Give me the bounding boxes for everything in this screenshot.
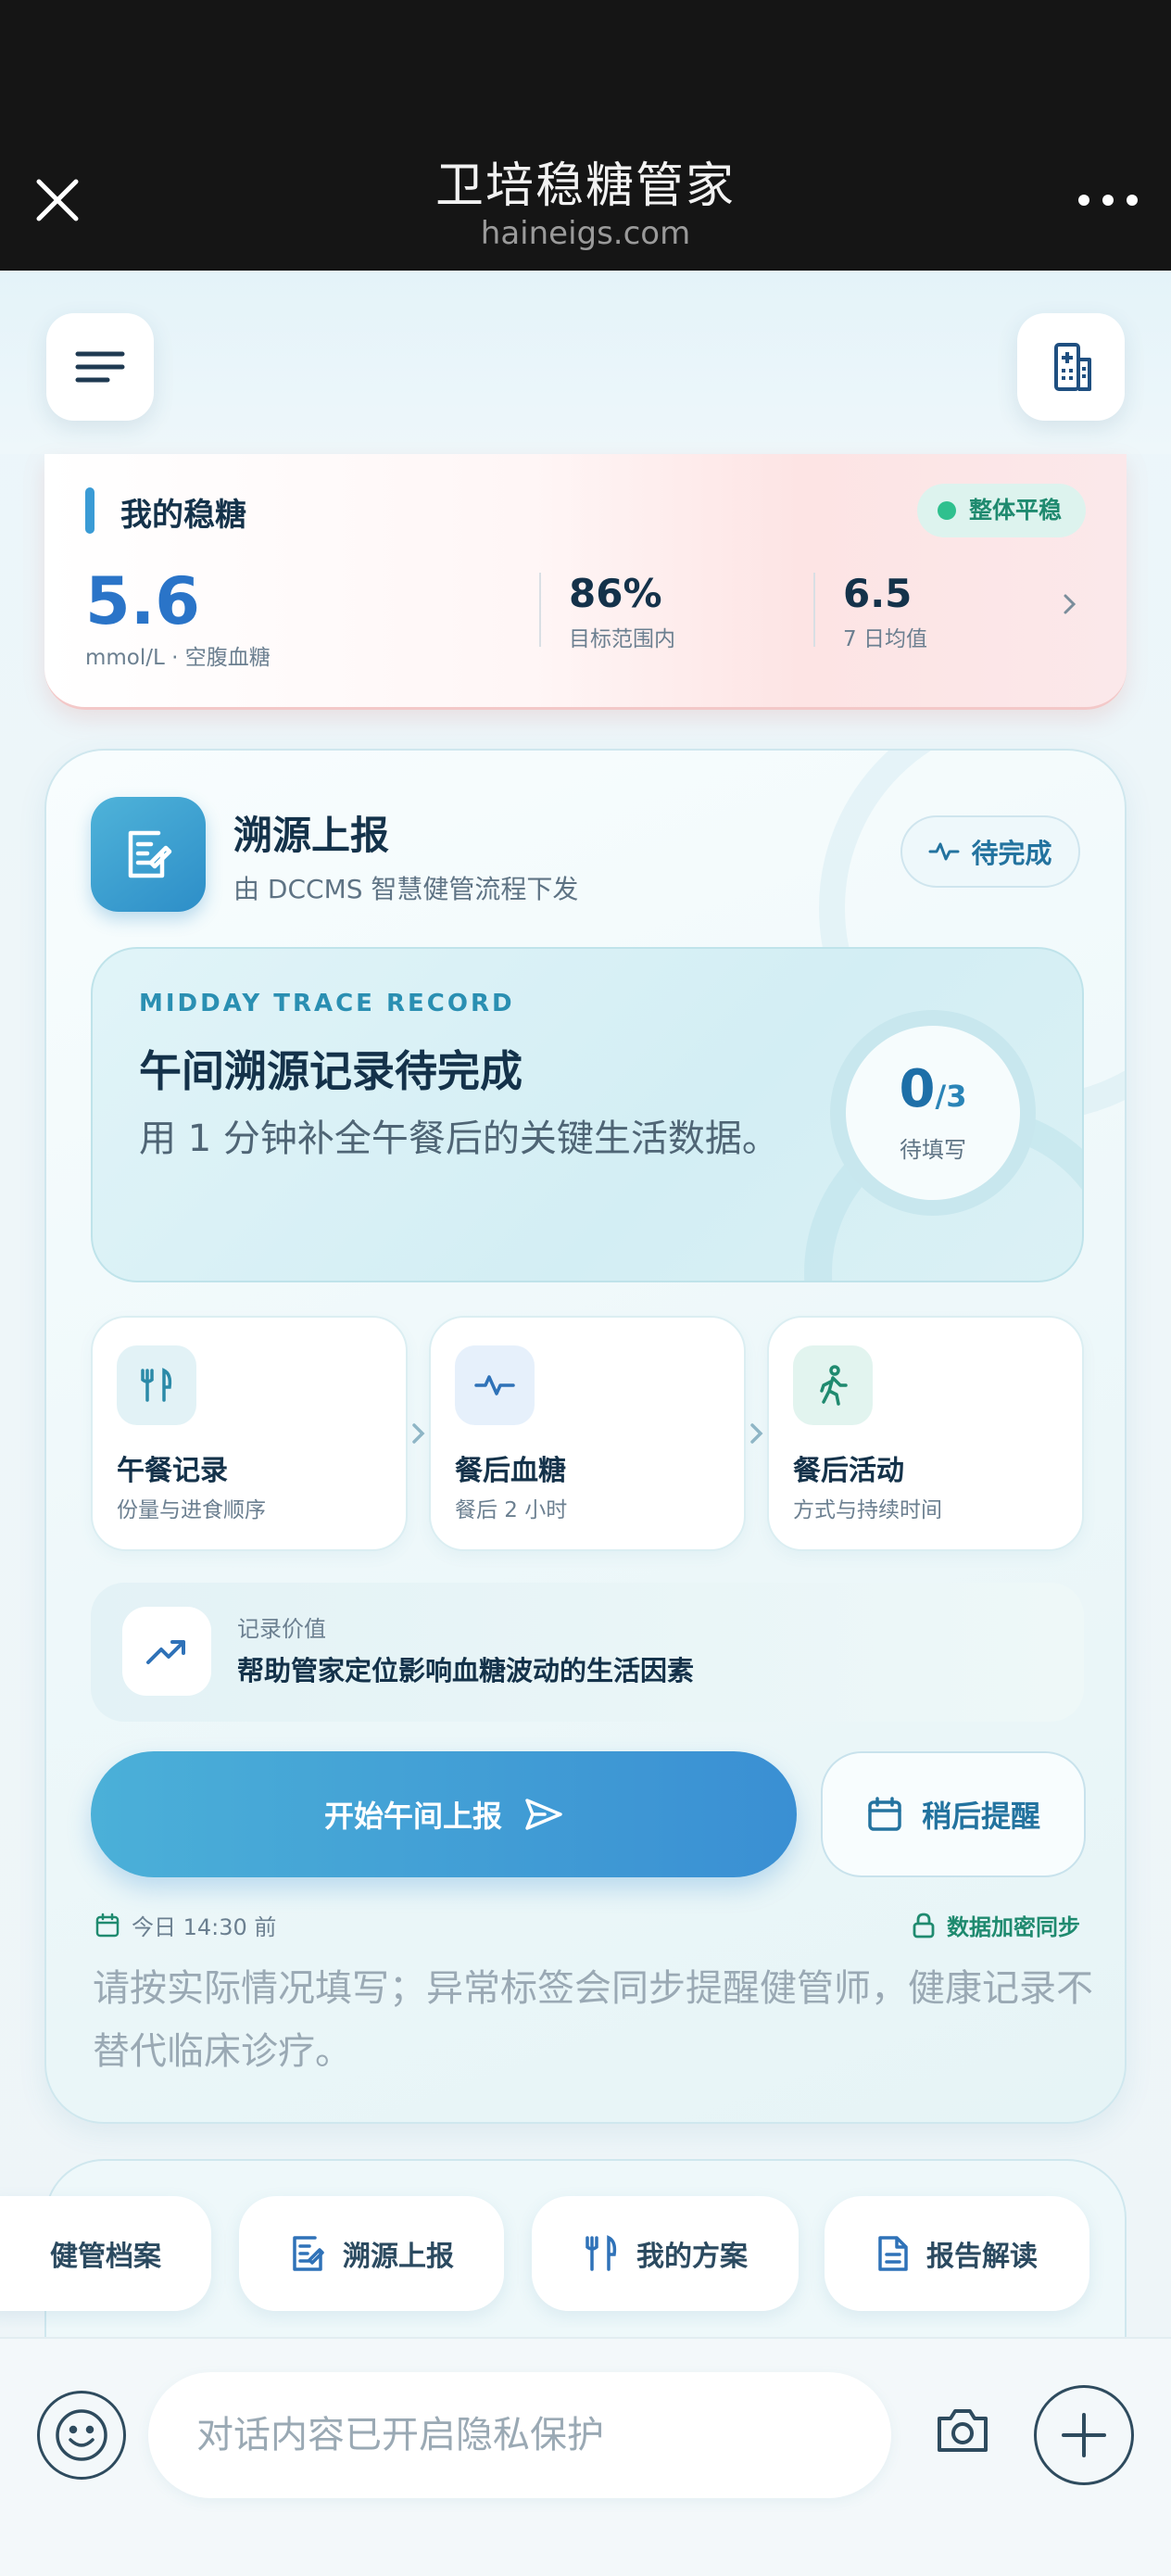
document-icon (878, 2236, 908, 2271)
pulse-icon (455, 1345, 535, 1425)
start-midday-report-button[interactable]: 开始午间上报 (91, 1751, 797, 1877)
calendar-icon (868, 1797, 901, 1831)
chip-label: 报告解读 (926, 2241, 1038, 2273)
weekly-average-label: 7 日均值 (843, 627, 927, 651)
trace-report-card: 溯源上报 由 DCCMS 智慧健管流程下发 待完成 MIDDAY TRACE R… (44, 749, 1127, 2124)
midday-record-panel: MIDDAY TRACE RECORD 午间溯源记录待完成 用 1 分钟补全午餐… (91, 947, 1084, 1282)
emoji-button[interactable] (37, 2391, 126, 2480)
value-note-text: 帮助管家定位影响血糖波动的生活因素 (237, 1655, 695, 1686)
chip-report-interpretation[interactable]: 报告解读 (825, 2196, 1089, 2311)
step-title: 餐后血糖 (455, 1455, 566, 1487)
in-range-value: 86% (569, 571, 662, 616)
menu-button[interactable] (46, 313, 154, 421)
remind-later-button[interactable]: 稍后提醒 (821, 1751, 1086, 1877)
panel-description: 用 1 分钟补全午餐后的关键生活数据。 (139, 1118, 779, 1160)
step-title: 午餐记录 (117, 1455, 228, 1487)
add-button[interactable] (1034, 2385, 1134, 2485)
trace-card-subtitle: 由 DCCMS 智慧健管流程下发 (233, 874, 579, 904)
divider (539, 573, 541, 647)
sugar-summary-card[interactable]: 我的稳糖 整体平稳 5.6 mmol/L · 空腹血糖 86% 目标范围内 6.… (44, 454, 1127, 710)
record-steps: 午餐记录 份量与进食顺序 餐后血糖 餐后 2 小时 餐后活动 方式与持续时间 (91, 1316, 1084, 1551)
hospital-button[interactable] (1017, 313, 1125, 421)
smile-icon (56, 2409, 107, 2461)
menu-icon (75, 351, 125, 383)
trend-up-icon (122, 1607, 211, 1696)
value-note-label: 记录价值 (237, 1616, 326, 1642)
weekly-average-value: 6.5 (843, 571, 913, 616)
page-domain: haineigs.com (480, 215, 691, 252)
step-subtitle: 份量与进食顺序 (117, 1498, 266, 1522)
report-icon (293, 2236, 324, 2271)
step-post-meal-glucose[interactable]: 餐后血糖 餐后 2 小时 (429, 1316, 746, 1551)
lock-icon (913, 1913, 935, 1938)
hospital-icon (1054, 343, 1091, 391)
divider (813, 573, 815, 647)
camera-icon[interactable] (932, 2400, 993, 2461)
chevron-right-icon[interactable] (1058, 593, 1080, 615)
plus-icon (1062, 2413, 1106, 2457)
chip-label: 健管档案 (50, 2241, 161, 2273)
chevron-right-icon (750, 1423, 763, 1444)
step-lunch-record[interactable]: 午餐记录 份量与进食顺序 (91, 1316, 408, 1551)
fasting-glucose-value: 5.6 (85, 563, 201, 639)
progress-ring: 0/3 待填写 (830, 1010, 1036, 1216)
trace-card-title: 溯源上报 (233, 813, 390, 858)
disclaimer-text: 请按实际情况填写；异常标签会同步提醒健管师，健康记录不替代临床诊疗。 (93, 1967, 1093, 2073)
sync-note-label: 数据加密同步 (947, 1914, 1080, 1940)
sugar-card-title: 我的稳糖 (120, 497, 246, 534)
fasting-glucose-unit: mmol/L · 空腹血糖 (85, 646, 271, 670)
chat-input-bar (0, 2337, 1171, 2576)
status-badge: 整体平稳 (916, 484, 1086, 537)
pulse-icon (928, 842, 960, 861)
quick-action-chips: 健管档案 溯源上报 我的方案 报告解读 (0, 2179, 1171, 2328)
step-post-meal-activity[interactable]: 餐后活动 方式与持续时间 (767, 1316, 1084, 1551)
chat-input[interactable] (148, 2372, 891, 2498)
sync-note: 数据加密同步 (912, 1909, 1080, 1941)
step-subtitle: 餐后 2 小时 (455, 1498, 568, 1522)
start-button-label: 开始午间上报 (323, 1799, 502, 1834)
send-icon (525, 1799, 562, 1830)
chevron-right-icon (412, 1423, 425, 1444)
walking-icon (793, 1345, 873, 1425)
status-badge-label: 整体平稳 (968, 497, 1062, 524)
utensils-icon (586, 2235, 617, 2271)
utensils-icon (117, 1345, 196, 1425)
due-time-label: 今日 14:30 前 (132, 1914, 277, 1940)
pending-status-label: 待完成 (971, 838, 1052, 869)
status-dot-icon (937, 501, 956, 520)
chip-label: 溯源上报 (343, 2241, 454, 2273)
due-time: 今日 14:30 前 (94, 1909, 276, 1941)
progress-total: /3 (935, 1079, 967, 1114)
pending-status-badge: 待完成 (900, 815, 1080, 888)
chip-label: 我的方案 (636, 2241, 748, 2273)
in-range-label: 目标范围内 (569, 627, 675, 651)
app-header (0, 271, 1171, 454)
progress-done: 0 (899, 1059, 936, 1119)
step-subtitle: 方式与持续时间 (793, 1498, 942, 1522)
progress-label: 待填写 (900, 1137, 966, 1163)
more-options-icon[interactable] (1078, 182, 1138, 219)
panel-heading: 午间溯源记录待完成 (139, 1046, 523, 1096)
calendar-icon (95, 1913, 120, 1937)
accent-bar (85, 487, 94, 534)
trace-report-icon (91, 797, 206, 912)
step-title: 餐后活动 (793, 1455, 904, 1487)
record-value-note: 记录价值 帮助管家定位影响血糖波动的生活因素 (91, 1583, 1084, 1722)
chip-health-profile[interactable]: 健管档案 (0, 2196, 211, 2311)
remind-later-label: 稍后提醒 (921, 1799, 1040, 1834)
chip-my-plan[interactable]: 我的方案 (532, 2196, 799, 2311)
page-title: 卫培稳糖管家 (434, 158, 736, 214)
chip-trace-report[interactable]: 溯源上报 (239, 2196, 504, 2311)
panel-eyebrow: MIDDAY TRACE RECORD (139, 990, 515, 1017)
browser-top-bar: 卫培稳糖管家 haineigs.com (0, 0, 1171, 271)
